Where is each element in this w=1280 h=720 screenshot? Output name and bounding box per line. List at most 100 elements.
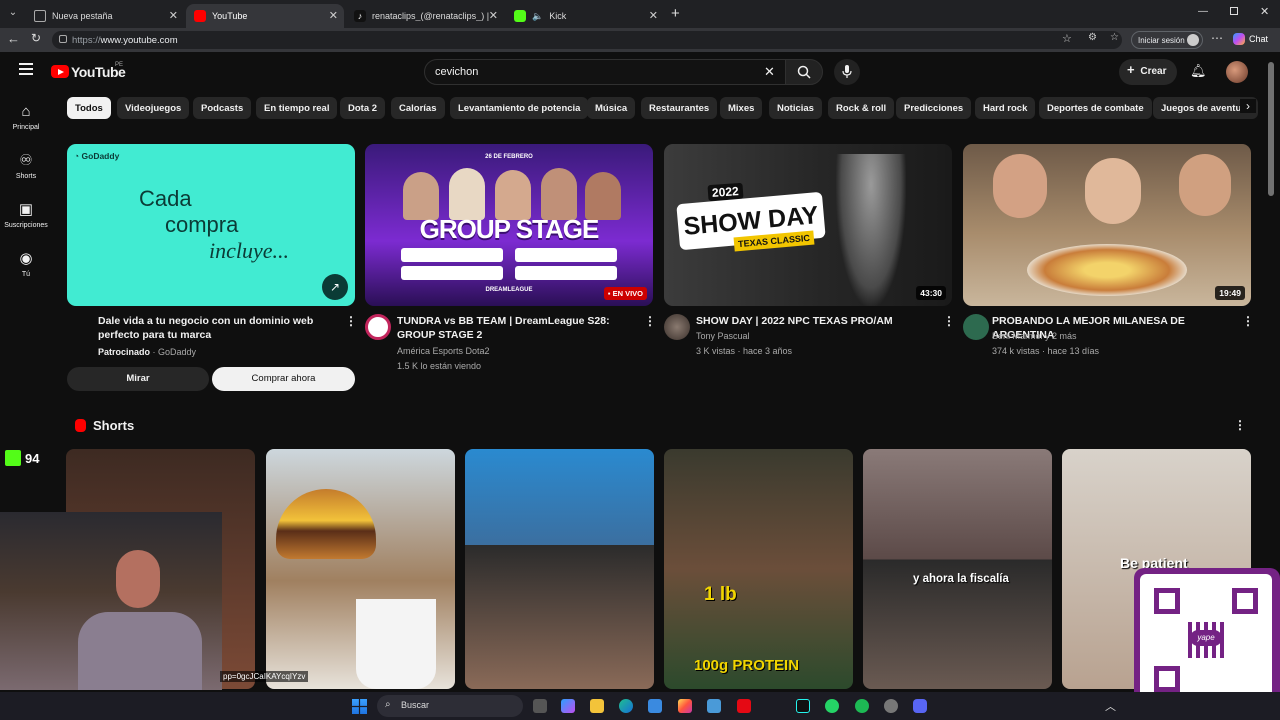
chip-todos[interactable]: Todos (67, 97, 111, 119)
chip-levantamiento-de-potencia[interactable]: Levantamiento de potencia (450, 97, 589, 119)
file-explorer-icon[interactable] (590, 699, 604, 713)
search-button[interactable] (785, 59, 823, 85)
reload-icon[interactable]: ↻ (31, 31, 41, 45)
copilot-chat-button[interactable]: Chat (1233, 33, 1268, 45)
sidebar-item-subscriptions[interactable]: ▣ Suscripciones (0, 202, 52, 230)
close-tab-icon[interactable]: ✕ (169, 9, 178, 22)
discord-icon[interactable] (913, 699, 927, 713)
channel-name[interactable]: Tony Pascual (696, 329, 750, 343)
channel-name[interactable]: Beni Marmol y 2 más (992, 329, 1077, 343)
ad-title[interactable]: Dale vida a tu negocio con un dominio we… (98, 314, 324, 342)
chip-videojuegos[interactable]: Videojuegos (117, 97, 190, 119)
task-view-icon[interactable] (533, 699, 547, 713)
sidebar-item-home[interactable]: ⌂ Principal (0, 104, 52, 132)
account-avatar[interactable] (1226, 61, 1248, 83)
close-tab-icon[interactable]: ✕ (649, 9, 658, 22)
short-thumbnail[interactable]: y ahora la fiscalía (863, 449, 1052, 689)
search-input[interactable]: cevichon (424, 59, 786, 85)
sidebar-item-shorts[interactable]: ♾︎ Shorts (0, 153, 52, 181)
tab-new-tab[interactable]: Nueva pestaña ✕ (26, 4, 184, 28)
tab-label: YouTube (212, 11, 248, 21)
instagram-icon[interactable] (678, 699, 692, 713)
back-icon[interactable]: ← (7, 31, 20, 46)
open-link-icon[interactable]: ↗ (322, 274, 348, 300)
ad-thumbnail[interactable]: ◔︎ GoDaddy Cada compra incluye... ↗ (67, 144, 355, 306)
more-menu-icon[interactable]: ⋯ (1211, 31, 1223, 45)
favorite-star-icon[interactable]: ☆ (1062, 32, 1072, 45)
chip-podcasts[interactable]: Podcasts (193, 97, 252, 119)
tab-kick[interactable]: 🔈 Kick ✕ (506, 4, 664, 28)
tab-youtube[interactable]: YouTube ✕ (186, 4, 344, 28)
chip-noticias[interactable]: Noticias (769, 97, 822, 119)
youtube-logo-icon[interactable] (51, 65, 69, 78)
chip-dota-2[interactable]: Dota 2 (340, 97, 386, 119)
channel-name[interactable]: América Esports Dota2 (397, 344, 490, 358)
ad-watch-button[interactable]: Mirar (67, 367, 209, 391)
scrollbar[interactable] (1268, 62, 1274, 196)
ad-buy-button[interactable]: Comprar ahora (212, 367, 355, 391)
store-icon[interactable] (648, 699, 662, 713)
new-tab-button[interactable]: + (671, 5, 680, 22)
close-tab-icon[interactable]: ✕ (329, 9, 338, 22)
mute-icon[interactable]: 🔈 (532, 11, 543, 22)
settings-icon[interactable] (884, 699, 898, 713)
video-more-icon[interactable]: ⋮ (1242, 314, 1254, 328)
site-info-icon[interactable] (59, 35, 67, 43)
search-icon (797, 65, 811, 79)
ad-more-icon[interactable]: ⋮ (345, 314, 357, 328)
plus-icon: + (1127, 62, 1135, 77)
voice-search-button[interactable] (834, 59, 860, 85)
copilot-icon[interactable] (561, 699, 575, 713)
photos-icon[interactable] (707, 699, 721, 713)
shorts-more-icon[interactable]: ⋮ (1234, 418, 1246, 432)
channel-avatar[interactable] (365, 314, 391, 340)
short-thumbnail[interactable] (266, 449, 455, 689)
channel-avatar[interactable] (664, 314, 690, 340)
chip-predicciones[interactable]: Predicciones (896, 97, 972, 119)
youtube-favicon-icon (194, 10, 206, 22)
video-more-icon[interactable]: ⋮ (644, 314, 656, 328)
short-thumbnail[interactable]: 1 lb 100g PROTEIN (664, 449, 853, 689)
short-thumbnail[interactable] (465, 449, 654, 689)
create-button[interactable]: + Crear (1119, 59, 1177, 85)
signin-button[interactable]: Iniciar sesión (1131, 31, 1203, 49)
video-thumbnail[interactable]: 19:49 (963, 144, 1251, 306)
close-tab-icon[interactable]: ✕ (489, 9, 498, 22)
video-thumbnail[interactable]: 26 DE FEBRERO GROUP STAGE DREAMLEAGUE ▪︎… (365, 144, 653, 306)
chip-mixes[interactable]: Mixes (720, 97, 763, 119)
short-caption: 1 lb (704, 584, 737, 605)
sidebar-item-you[interactable]: ◉ Tú (0, 251, 52, 279)
video-more-icon[interactable]: ⋮ (943, 314, 955, 328)
chip-deportes-de-combate[interactable]: Deportes de combate (1039, 97, 1152, 119)
extensions-icon[interactable]: ⚙ (1088, 32, 1097, 43)
tab-tiktok[interactable]: ♪ renataclips_(@renataclips_) | TikTo ✕ (346, 4, 504, 28)
video-thumbnail[interactable]: 2022 SHOW DAY TEXAS CLASSIC 43:30 (664, 144, 952, 306)
taskbar-search[interactable]: ⌕ Buscar (377, 695, 523, 717)
notifications-bell-icon[interactable]: 🔔︎ (1190, 63, 1207, 79)
minimize-icon[interactable]: — (1198, 6, 1208, 17)
tab-list-icon[interactable]: ⌄ (6, 7, 20, 21)
chips-next-icon[interactable]: › (1240, 99, 1256, 113)
chip-rock-roll[interactable]: Rock & roll (828, 97, 895, 119)
hamburger-menu-icon[interactable] (19, 63, 33, 75)
spotify-icon[interactable] (855, 699, 869, 713)
tray-chevron-icon[interactable]: ︿ (1105, 698, 1116, 714)
channel-avatar[interactable] (963, 314, 989, 340)
chip-música[interactable]: Música (587, 97, 636, 119)
edge-icon[interactable] (619, 699, 633, 713)
address-bar[interactable]: https://www.youtube.com (52, 31, 1122, 49)
netflix-icon[interactable] (737, 699, 751, 713)
restore-icon[interactable] (1230, 7, 1238, 15)
close-window-icon[interactable]: ✕ (1260, 5, 1269, 18)
chip-calorías[interactable]: Calorías (391, 97, 445, 119)
tiktok-icon[interactable] (796, 699, 810, 713)
clear-search-icon[interactable]: ✕ (764, 64, 775, 80)
windows-start-icon[interactable] (352, 699, 367, 714)
collections-icon[interactable]: ☆ (1110, 32, 1119, 43)
chip-restaurantes[interactable]: Restaurantes (641, 97, 718, 119)
video-title[interactable]: TUNDRA vs BB TEAM | DreamLeague S28: GRO… (397, 314, 642, 342)
whatsapp-icon[interactable] (825, 699, 839, 713)
video-title[interactable]: SHOW DAY | 2022 NPC TEXAS PRO/AM (696, 314, 941, 328)
chip-hard-rock[interactable]: Hard rock (975, 97, 1036, 119)
chip-en-tiempo-real[interactable]: En tiempo real (256, 97, 338, 119)
